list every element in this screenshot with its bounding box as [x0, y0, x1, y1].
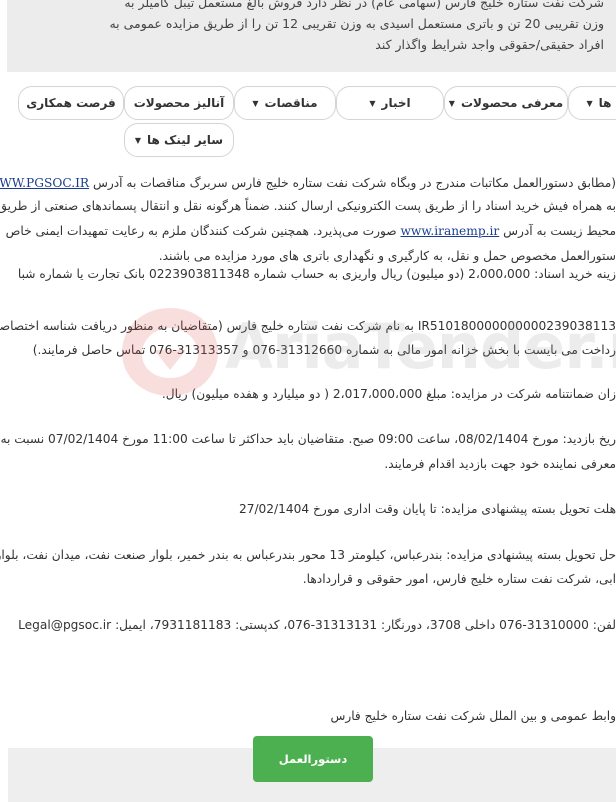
- nav-item-product-intro[interactable]: معرفی محصولات ▼: [444, 86, 568, 120]
- text-line: حل تحویل بسته پیشنهادی مزایده: بندرعباس،…: [0, 548, 616, 562]
- caret-down-icon: ▼: [448, 98, 455, 108]
- intro-line: وزن تقریبی 20 تن و باتری مستعمل اسیدی به…: [109, 16, 604, 31]
- nav-item-label: معرفی محصولات: [460, 96, 564, 110]
- text-line: وابط عمومی و بین الملل شرکت نفت ستاره خل…: [330, 709, 616, 723]
- text-span: محیط زیست به آدرس: [503, 224, 616, 238]
- text-line: (مطابق دستورالعمل مکاتبات مندرج در وبگاه…: [0, 174, 616, 192]
- text-line: زینه خرید اسناد: 2،000،000 (دو میلیون) ر…: [17, 267, 616, 281]
- text-line: محیط زیست به آدرس www.iranemp.ir صورت می…: [6, 222, 616, 240]
- text-line: معرفی نماینده خود جهت بازدید اقدام فرمای…: [384, 457, 616, 471]
- nav-item-label: آنالیز محصولات: [133, 96, 225, 110]
- caret-down-icon: ▼: [134, 135, 142, 145]
- intro-box: شرکت نفت ستاره خلیج فارس (سهامی عام) در …: [7, 0, 616, 72]
- page: شرکت نفت ستاره خلیج فارس (سهامی عام) در …: [0, 0, 616, 802]
- nav-item-products-partial[interactable]: ها ▼: [568, 86, 616, 120]
- text-line: ریخ بازدید: مورخ 08/02/1404، ساعت 09:00 …: [0, 432, 616, 446]
- nav-item-cooperation[interactable]: فرصت همکاری: [18, 86, 124, 120]
- guidelines-button[interactable]: دستورالعمل: [253, 736, 373, 782]
- tender-details: (مطابق دستورالعمل مکاتبات مندرج در وبگاه…: [0, 150, 616, 740]
- nav-item-news[interactable]: اخبار ▼: [336, 86, 444, 120]
- nav-item-label: ها: [598, 96, 612, 110]
- nav-item-product-analysis[interactable]: آنالیز محصولات: [124, 86, 234, 120]
- nav-item-label: فرصت همکاری: [26, 96, 116, 110]
- text-line: هلت تحویل بسته پیشنهادی مزایده: تا پایان…: [238, 502, 616, 516]
- text-line: IR510180000000000239038113 به نام شرکت ن…: [0, 319, 616, 333]
- pgsoc-link[interactable]: WWW.PGSOC.IR: [0, 176, 89, 190]
- text-span: صورت می‌پذیرد. همچنین شرکت کنندگان ملزم …: [5, 224, 397, 238]
- nav-item-label: اخبار: [381, 96, 411, 110]
- nav-item-label: مناقصات: [264, 96, 318, 110]
- guidelines-button-label: دستورالعمل: [278, 752, 348, 766]
- intro-line: شرکت نفت ستاره خلیج فارس (سهامی عام) در …: [124, 0, 604, 10]
- main-nav: ها ▼ معرفی محصولات ▼ اخبار ▼ مناقصات ▼ آ…: [0, 86, 616, 160]
- caret-down-icon: ▼: [252, 98, 259, 108]
- nav-item-label: سایر لینک ها: [147, 133, 224, 147]
- text-span: (مطابق دستورالعمل مکاتبات مندرج در وبگاه…: [92, 176, 616, 190]
- text-line: ابی، شرکت نفت ستاره خلیج فارس، امور حقوق…: [302, 572, 616, 586]
- text-line: زان ضمانتنامه شرکت در مزایده: مبلغ 2،017…: [161, 387, 616, 401]
- iranemp-link[interactable]: www.iranemp.ir: [401, 224, 500, 238]
- text-line: ستورالعمل مخصوص حمل و نقل، به کارگیری و …: [158, 249, 616, 263]
- nav-item-tenders[interactable]: مناقصات ▼: [234, 86, 336, 120]
- intro-line: افراد حقیقی/حقوقی واجد شرایط واگذار کند: [375, 37, 604, 52]
- caret-down-icon: ▼: [586, 98, 593, 108]
- text-line: لفن: 31310000-076 داخلی 3708، دورنگار: 3…: [18, 618, 616, 632]
- text-line: به همراه فیش خرید اسناد را از طریق پست ا…: [0, 199, 616, 213]
- caret-down-icon: ▼: [369, 98, 376, 108]
- text-line: رداخت می بایست با بخش خزانه امور مالی به…: [32, 343, 616, 357]
